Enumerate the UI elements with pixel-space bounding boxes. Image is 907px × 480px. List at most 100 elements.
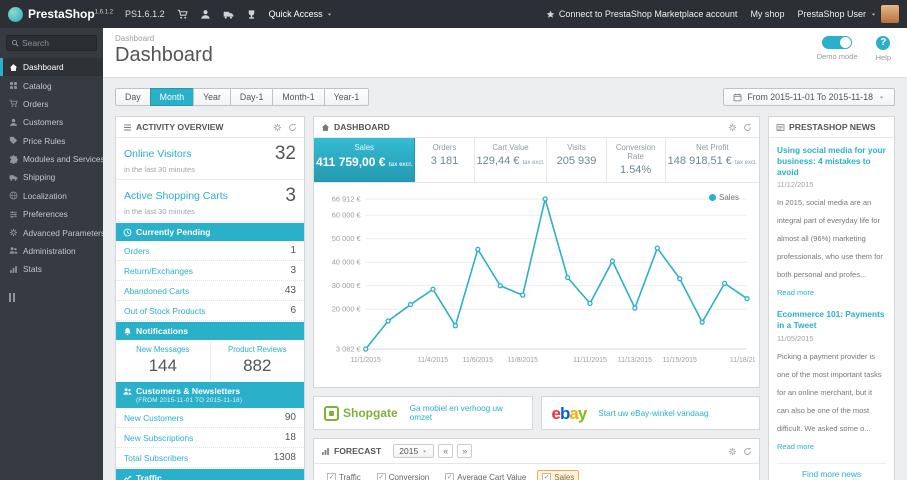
demo-mode-toggle[interactable] xyxy=(822,36,853,49)
shipping-shortcut-icon[interactable] xyxy=(223,9,234,20)
customers-shortcut-icon[interactable] xyxy=(200,9,211,20)
forecast-next-button[interactable]: » xyxy=(457,444,473,458)
active-carts-subtext: in the last 30 minutes xyxy=(116,207,304,222)
kpi-conversion-rate[interactable]: Conversion Rate 1.54% xyxy=(607,138,666,182)
filter-year-1-button[interactable]: Year-1 xyxy=(323,88,370,106)
date-range-picker[interactable]: From 2015-11-01 To 2015-11-18 xyxy=(723,88,895,106)
refresh-icon[interactable] xyxy=(743,123,752,132)
customers-date-range: (FROM 2015-11-01 TO 2015-11-18) xyxy=(136,397,243,404)
checkbox[interactable]: ✓ xyxy=(445,473,455,480)
kpi-sales[interactable]: Sales 411 759,00 € tax excl. xyxy=(314,138,416,182)
active-carts-link[interactable]: Active Shopping Carts xyxy=(124,190,228,202)
sidebar-collapse-button[interactable] xyxy=(9,292,94,302)
checkbox[interactable]: ✓ xyxy=(327,473,336,480)
abandoned-carts-link[interactable]: Abandoned Carts xyxy=(124,286,189,296)
help-icon[interactable]: ? xyxy=(876,36,891,50)
sliders-icon xyxy=(9,210,18,219)
filter-month-1-button[interactable]: Month-1 xyxy=(272,88,325,106)
user-avatar xyxy=(881,5,899,23)
breadcrumb: Dashboard xyxy=(115,34,155,43)
gear-icon xyxy=(9,228,18,237)
legend-sales[interactable]: ✓ Sales xyxy=(537,470,580,480)
shopgate-link[interactable]: Ga mobiel en verhoog uw omzet xyxy=(410,404,522,422)
total-subscribers-value: 1308 xyxy=(273,452,296,463)
star-icon xyxy=(546,10,555,19)
news-article: Ecommerce 101: Payments in a Tweet 11/05… xyxy=(777,309,886,454)
forecast-prev-button[interactable]: « xyxy=(438,444,454,458)
sidebar-item-dashboard[interactable]: Dashboard xyxy=(0,58,103,77)
pending-orders-link[interactable]: Orders xyxy=(124,246,150,256)
checkbox[interactable]: ✓ xyxy=(376,473,386,480)
grid-icon xyxy=(9,81,18,90)
marketplace-link[interactable]: Connect to PrestaShop Marketplace accoun… xyxy=(546,9,737,19)
legend-traffic[interactable]: ✓ Traffic xyxy=(322,470,366,480)
forecast-year-select[interactable]: 2015 xyxy=(393,444,435,458)
prestashop-logo[interactable]: PrestaShop1.6.1.2 xyxy=(8,6,113,22)
new-customers-link[interactable]: New Customers xyxy=(124,413,184,423)
refresh-icon[interactable] xyxy=(288,123,297,132)
gear-icon[interactable] xyxy=(273,123,282,132)
sidebar-item-advanced-parameters[interactable]: Advanced Parameters xyxy=(0,223,103,241)
product-reviews-link[interactable]: Product Reviews xyxy=(215,345,301,354)
filter-day-1-button[interactable]: Day-1 xyxy=(229,88,274,106)
shopgate-logo[interactable]: Shopgate xyxy=(324,405,398,421)
svg-text:40 000 €: 40 000 € xyxy=(332,258,362,267)
svg-text:11/1/2015: 11/1/2015 xyxy=(350,357,381,364)
sidebar-item-customers[interactable]: Customers xyxy=(0,113,103,131)
sidebar-item-preferences[interactable]: Preferences xyxy=(0,205,103,223)
legend-average-cart-value[interactable]: ✓ Average Cart Value xyxy=(440,470,531,480)
refresh-icon[interactable] xyxy=(743,447,752,456)
new-messages-link[interactable]: New Messages xyxy=(120,345,206,354)
filter-year-button[interactable]: Year xyxy=(193,88,231,106)
article-headline-link[interactable]: Using social media for your business: 4 … xyxy=(777,145,886,177)
sales-line-chart: 66 912 € 60 000 € 50 000 € 40 000 € 30 000 €… xyxy=(332,194,755,364)
kpi-orders[interactable]: Orders 3 181 xyxy=(415,138,475,182)
sidebar-item-administration[interactable]: Administration xyxy=(0,242,103,260)
filter-month-button[interactable]: Month xyxy=(149,88,195,106)
kpi-visits[interactable]: Visits 205 939 xyxy=(547,138,607,182)
topbar: PrestaShop1.6.1.2 PS1.6.1.2 Quick Access… xyxy=(0,0,907,28)
user-menu[interactable]: PrestaShop User xyxy=(797,5,899,23)
read-more-link[interactable]: Read more xyxy=(777,288,814,297)
sidebar-item-price-rules[interactable]: Price Rules xyxy=(0,132,103,150)
sidebar-item-modules[interactable]: Modules and Services xyxy=(0,150,103,168)
ebay-promo-panel: ebay Start uw eBay-winkel vandaag xyxy=(540,396,760,430)
demo-mode-control: Demo mode xyxy=(817,36,858,62)
svg-text:66 912 €: 66 912 € xyxy=(332,194,362,203)
sidebar-item-orders[interactable]: Orders xyxy=(0,95,103,113)
sidebar-item-label: Orders xyxy=(23,98,49,109)
notifications-grid: New Messages 144 Product Reviews 882 xyxy=(116,340,304,381)
product-reviews-cell[interactable]: Product Reviews 882 xyxy=(211,340,305,381)
sidebar-item-stats[interactable]: Stats xyxy=(0,260,103,278)
online-visitors-link[interactable]: Online Visitors xyxy=(124,148,192,160)
kpi-net-profit[interactable]: Net Profit 148 918,51 € tax excl. xyxy=(666,138,759,182)
filter-day-button[interactable]: Day xyxy=(115,88,151,106)
ebay-logo[interactable]: ebay xyxy=(552,405,588,422)
orders-shortcut-icon[interactable] xyxy=(177,9,188,20)
gear-icon[interactable] xyxy=(728,447,737,456)
new-messages-cell[interactable]: New Messages 144 xyxy=(116,340,211,381)
quick-access-menu[interactable]: Quick Access xyxy=(269,9,333,19)
gear-icon[interactable] xyxy=(728,123,737,132)
my-shop-link[interactable]: My shop xyxy=(750,9,784,19)
forecast-panel: FORECAST 2015 « » ✓Traffic ✓Conversion xyxy=(313,438,760,480)
sidebar-item-localization[interactable]: Localization xyxy=(0,187,103,205)
ebay-link[interactable]: Start uw eBay-winkel vandaag xyxy=(598,409,708,418)
sidebar-item-catalog[interactable]: Catalog xyxy=(0,76,103,94)
pending-orders-value: 1 xyxy=(290,245,296,256)
tag-icon xyxy=(9,136,18,145)
total-subscribers-link[interactable]: Total Subscribers xyxy=(124,453,188,463)
out-of-stock-link[interactable]: Out of Stock Products xyxy=(124,306,205,316)
read-more-link[interactable]: Read more xyxy=(777,442,814,451)
checkbox[interactable]: ✓ xyxy=(542,473,552,480)
legend-conversion[interactable]: ✓ Conversion xyxy=(372,470,434,480)
trophy-icon[interactable] xyxy=(246,9,257,20)
find-more-news-link[interactable]: Find more news xyxy=(777,462,886,480)
pending-returns-link[interactable]: Return/Exchanges xyxy=(124,266,193,276)
sidebar-item-shipping[interactable]: Shipping xyxy=(0,168,103,186)
article-headline-link[interactable]: Ecommerce 101: Payments in a Tweet xyxy=(777,309,886,331)
new-subscriptions-link[interactable]: New Subscriptions xyxy=(124,433,193,443)
kpi-cart-value[interactable]: Cart Value 129,44 € tax excl. xyxy=(475,138,548,182)
svg-text:60 000 €: 60 000 € xyxy=(332,211,362,220)
search-input[interactable] xyxy=(22,38,90,48)
